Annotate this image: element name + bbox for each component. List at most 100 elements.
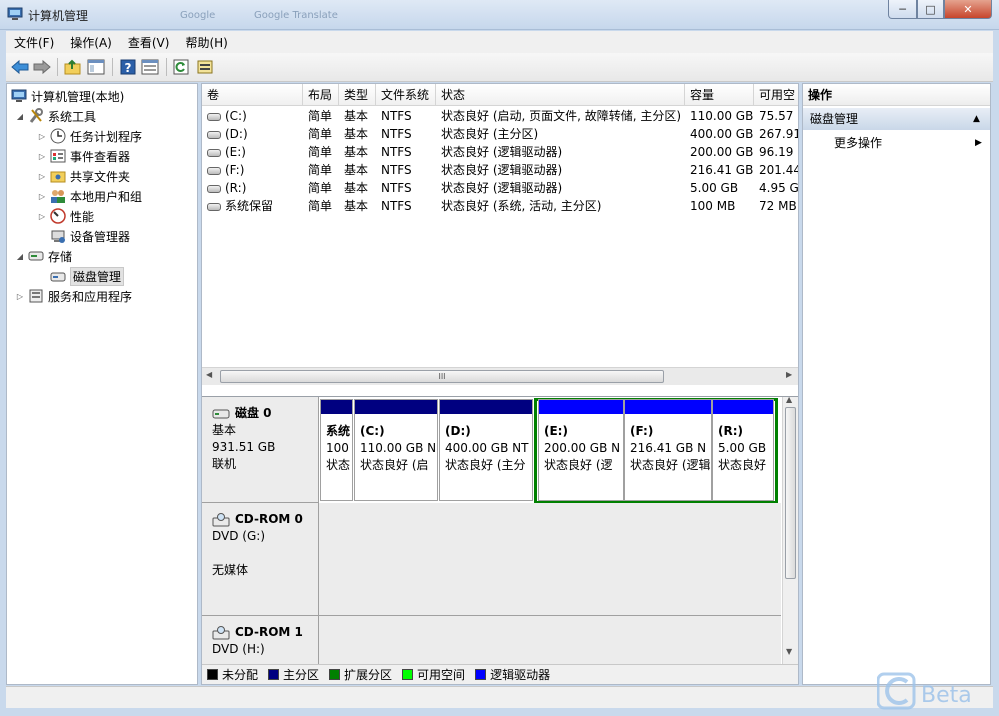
collapse-up-icon[interactable]: ▲	[973, 108, 980, 130]
expand-arrow-icon[interactable]: ▷	[37, 172, 47, 181]
column-header-filesystem[interactable]: 文件系统	[376, 84, 436, 106]
forward-button[interactable]	[32, 57, 52, 77]
column-header-layout[interactable]: 布局	[303, 84, 339, 106]
device-manager-icon	[51, 230, 65, 243]
vertical-scrollbar[interactable]: ▲ ▼	[782, 395, 798, 665]
tree-item-storage[interactable]: ◢ 存储	[15, 246, 72, 266]
tree-item-local-users[interactable]: ▷ 本地用户和组	[37, 186, 142, 206]
volume-cell-text: NTFS	[381, 199, 412, 213]
scroll-thumb[interactable]	[785, 407, 796, 579]
volume-cell-text: 110.00 GB	[690, 109, 754, 123]
refresh-button[interactable]	[171, 57, 191, 77]
volume-row[interactable]: (F:) 简单 基本 NTFS 状态良好 (逻辑驱动器) 216.41 GB 201.44	[202, 161, 798, 179]
more-actions-item[interactable]: 更多操作 ▶	[803, 133, 990, 153]
column-header-free[interactable]: 可用空	[754, 84, 798, 106]
tree-item-device-manager[interactable]: 设备管理器	[50, 226, 130, 246]
partition-name: 系统	[326, 424, 351, 438]
horizontal-scrollbar[interactable]: ◀ III ▶	[202, 367, 798, 385]
scroll-down-icon[interactable]: ▼	[786, 647, 792, 656]
close-button[interactable]: ✕	[944, 0, 992, 19]
partition-status: 状态良好 (逻	[544, 458, 613, 472]
disk-type: DVD (G:)	[212, 529, 265, 543]
volume-cell: 96.19	[754, 143, 798, 161]
menu-view[interactable]: 查看(V)	[120, 34, 178, 51]
partition-block[interactable]: (E:) 200.00 GB N 状态良好 (逻	[538, 399, 624, 501]
volume-row[interactable]: (C:) 简单 基本 NTFS 状态良好 (启动, 页面文件, 故障转储, 主分区) 11…	[202, 107, 798, 125]
tree-item-shared-folders[interactable]: ▷ 共享文件夹	[37, 166, 130, 186]
toolbar: ?	[6, 53, 993, 82]
export-button[interactable]	[195, 57, 215, 77]
refresh-icon	[173, 59, 189, 75]
volume-cell-text: 基本	[344, 163, 369, 177]
column-header-status[interactable]: 状态	[436, 84, 685, 106]
show-hide-tree-button[interactable]	[86, 57, 106, 77]
tree-item-disk-management[interactable]: 磁盘管理	[50, 266, 125, 286]
volume-cell-text: (D:)	[225, 127, 248, 141]
tree-item-performance[interactable]: ▷ 性能	[37, 206, 94, 226]
tree-item-event-viewer[interactable]: ▷ 事件查看器	[37, 146, 130, 166]
column-header-type[interactable]: 类型	[339, 84, 376, 106]
partition-block[interactable]: (F:) 216.41 GB N 状态良好 (逻辑	[624, 399, 712, 501]
minimize-button[interactable]: ─	[888, 0, 917, 19]
expand-arrow-icon[interactable]: ▷	[37, 192, 47, 201]
volume-cell: (F:)	[202, 161, 303, 179]
volume-cell: 216.41 GB	[685, 161, 754, 179]
expand-arrow-icon[interactable]: ▷	[37, 212, 47, 221]
maximize-button[interactable]: □	[917, 0, 944, 19]
volume-cell: 基本	[339, 197, 376, 215]
menu-file[interactable]: 文件(F)	[6, 34, 62, 51]
partition-legend: 未分配 主分区 扩展分区 可用空间 逻辑驱动器	[202, 664, 798, 684]
partition-block[interactable]: (C:) 110.00 GB N 状态良好 (启	[354, 399, 438, 501]
tree-item-computer-management[interactable]: 计算机管理(本地)	[11, 86, 124, 106]
expand-arrow-icon[interactable]: ▷	[37, 152, 47, 161]
cdrom-0-media-area[interactable]	[319, 503, 781, 616]
users-icon	[51, 190, 65, 203]
properties-button[interactable]	[140, 57, 160, 77]
tree-item-task-scheduler[interactable]: ▷ 任务计划程序	[37, 126, 142, 146]
volume-cell-text: 基本	[344, 181, 369, 195]
tree-label: 计算机管理(本地)	[31, 89, 125, 104]
volume-cell-text: NTFS	[381, 163, 412, 177]
menu-action[interactable]: 操作(A)	[62, 34, 120, 51]
volume-row[interactable]: (E:) 简单 基本 NTFS 状态良好 (逻辑驱动器) 200.00 GB 96.19	[202, 143, 798, 161]
tree-item-services-apps[interactable]: ▷ 服务和应用程序	[15, 286, 132, 306]
disk-0-label[interactable]: 磁盘 0 基本 931.51 GB 联机	[202, 397, 319, 503]
back-arrow-icon	[11, 59, 29, 75]
actions-section-disk-management[interactable]: 磁盘管理 ▲	[803, 108, 990, 130]
volume-cell: 简单	[303, 161, 339, 179]
collapse-arrow-icon[interactable]: ◢	[15, 112, 25, 121]
expand-arrow-icon[interactable]: ▷	[15, 292, 25, 301]
scroll-left-icon[interactable]: ◀	[206, 370, 212, 379]
volume-row[interactable]: 系统保留 简单 基本 NTFS 状态良好 (系统, 活动, 主分区) 100 MB 72 M…	[202, 197, 798, 215]
partition-block[interactable]: (R:) 5.00 GB 状态良好	[712, 399, 774, 501]
volume-row[interactable]: (R:) 简单 基本 NTFS 状态良好 (逻辑驱动器) 5.00 GB 4.95 G	[202, 179, 798, 197]
scroll-right-icon[interactable]: ▶	[786, 370, 792, 379]
title-bar[interactable]: 计算机管理 Google Google Translate ─ □ ✕	[0, 0, 999, 30]
partition-block[interactable]: 系统 100 状态	[320, 399, 353, 501]
partition-block[interactable]: (D:) 400.00 GB NT 状态良好 (主分	[439, 399, 533, 501]
cdrom-0-label[interactable]: CD-ROM 0 DVD (G:) 无媒体	[202, 503, 319, 616]
up-folder-icon	[64, 59, 81, 75]
collapse-arrow-icon[interactable]: ◢	[15, 252, 25, 261]
expand-arrow-icon[interactable]: ▷	[37, 132, 47, 141]
performance-icon	[50, 208, 66, 224]
cdrom-1-media-area[interactable]	[319, 616, 781, 665]
volume-cell-text: NTFS	[381, 181, 412, 195]
volume-row[interactable]: (D:) 简单 基本 NTFS 状态良好 (主分区) 400.00 GB 267.91	[202, 125, 798, 143]
up-level-button[interactable]	[63, 57, 83, 77]
volume-cell-text: 状态良好 (逻辑驱动器)	[441, 181, 563, 195]
scroll-up-icon[interactable]: ▲	[786, 395, 792, 404]
column-header-volume[interactable]: 卷	[202, 84, 303, 106]
volume-cell-text: 216.41 GB	[690, 163, 754, 177]
help-button[interactable]: ?	[118, 57, 138, 77]
volume-cell-text: (R:)	[225, 181, 247, 195]
menu-help[interactable]: 帮助(H)	[177, 34, 235, 51]
tree-label: 服务和应用程序	[48, 289, 133, 304]
back-button[interactable]	[10, 57, 30, 77]
volume-cell-text: 状态良好 (逻辑驱动器)	[441, 163, 563, 177]
scroll-thumb[interactable]: III	[220, 370, 664, 383]
legend-swatch	[207, 669, 218, 680]
volume-cell: 72 MB	[754, 197, 798, 215]
tree-item-system-tools[interactable]: ◢ 系统工具	[15, 106, 96, 126]
column-header-capacity[interactable]: 容量	[685, 84, 754, 106]
